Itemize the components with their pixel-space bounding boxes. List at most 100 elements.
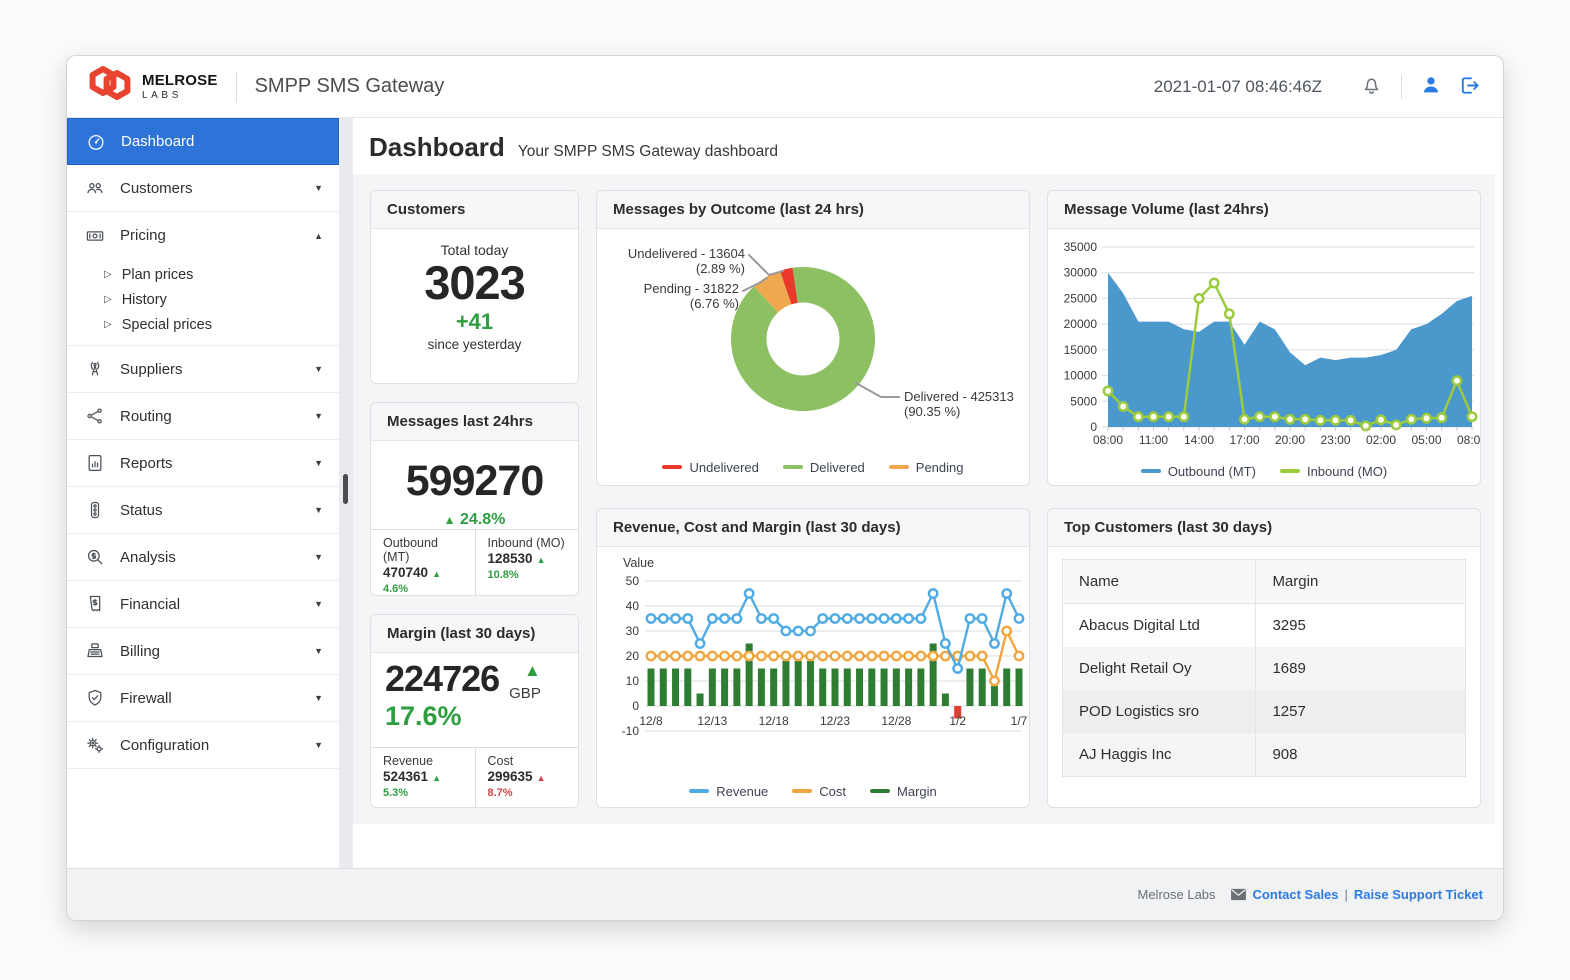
card-title: Customers [371, 191, 578, 229]
up-arrow-icon: ▲ [432, 773, 441, 783]
sidebar-subitem-special-prices[interactable]: ▷Special prices [67, 312, 339, 337]
cost-value: 299635 [488, 769, 533, 784]
outbound-delta: 4.6% [383, 583, 408, 595]
account-button[interactable] [1416, 70, 1446, 103]
inbound-value: 128530 [488, 551, 533, 566]
margin-card: Margin (last 30 days) 224726 ▲ GBP [370, 614, 579, 808]
melrose-logo-icon [87, 63, 133, 110]
svg-text:05:00: 05:00 [1411, 433, 1441, 447]
footer-separator: | [1345, 887, 1348, 902]
legend-item-inbound-mo[interactable]: Inbound (MO) [1280, 464, 1387, 479]
sidebar-item-firewall[interactable]: Firewall▼ [67, 675, 339, 722]
legend-item-cost[interactable]: Cost [792, 784, 846, 799]
volume-legend: Outbound (MT) Inbound (MO) [1050, 457, 1478, 485]
up-arrow-icon: ▲ [432, 569, 441, 579]
sidebar-item-financial[interactable]: Financial▼ [67, 581, 339, 628]
configuration-icon [85, 735, 105, 755]
margin-value: 224726 [385, 659, 499, 699]
legend-item-revenue[interactable]: Revenue [689, 784, 768, 799]
pricing-icon [85, 226, 105, 246]
legend-label: Cost [819, 784, 846, 799]
up-arrow-icon: ▲ [524, 662, 541, 679]
sidebar-subitem-label: Plan prices [122, 267, 194, 283]
legend-item-margin[interactable]: Margin [870, 784, 937, 799]
svg-text:11:00: 11:00 [1139, 433, 1168, 447]
sidebar-item-customers[interactable]: Customers▼ [67, 165, 339, 212]
donut-legend: Undelivered Delivered Pending [599, 453, 1027, 481]
svg-text:(2.89 %): (2.89 %) [696, 261, 745, 276]
legend-item-delivered[interactable]: Delivered [783, 460, 865, 475]
scrollbar-thumb[interactable] [343, 474, 348, 504]
sidebar-item-reports[interactable]: Reports ▼ [67, 440, 339, 487]
revenue-chart: Value-100102030405012/812/1312/1812/2312… [599, 549, 1029, 777]
app-title: SMPP SMS Gateway [255, 75, 445, 98]
cell-margin: 1689 [1256, 647, 1466, 690]
sidebar-item-pricing[interactable]: Pricing▲ [67, 212, 339, 259]
legend-item-pending[interactable]: Pending [889, 460, 964, 475]
legend-item-undelivered[interactable]: Undelivered [662, 460, 758, 475]
chevron-down-icon: ▼ [314, 505, 323, 515]
top-customers-table: Name Margin Abacus Digital Ltd3295Deligh… [1062, 559, 1466, 777]
message-volume-card: Message Volume (last 24hrs) 050001000015… [1047, 190, 1481, 486]
cell-margin: 3295 [1256, 604, 1466, 648]
sidebar-nav: DashboardCustomers▼Pricing▲▷Plan prices▷… [67, 118, 339, 868]
notifications-button[interactable] [1356, 70, 1387, 104]
brand-logo[interactable]: MELROSE LABS [87, 63, 218, 110]
table-row: POD Logistics sro1257 [1063, 690, 1466, 733]
brand-sub: LABS [142, 91, 218, 101]
header-divider [236, 72, 237, 102]
card-title: Revenue, Cost and Margin (last 30 days) [597, 509, 1029, 547]
customers-total: 3023 [371, 258, 578, 308]
routing-icon [85, 406, 105, 426]
scrollbar-track[interactable] [339, 118, 353, 868]
svg-text:1/7: 1/7 [1011, 714, 1028, 728]
sidebar-item-analysis[interactable]: Analysis▼ [67, 534, 339, 581]
legend-swatch [792, 789, 812, 793]
chevron-down-icon: ▼ [314, 411, 323, 421]
card-title: Margin (last 30 days) [371, 615, 578, 653]
svg-text:10: 10 [626, 674, 640, 688]
svg-text:23:00: 23:00 [1320, 433, 1350, 447]
column-header-margin: Margin [1256, 560, 1466, 604]
svg-text:17:00: 17:00 [1229, 433, 1259, 447]
svg-text:12/18: 12/18 [759, 714, 789, 728]
sidebar-item-configuration[interactable]: Configuration▼ [67, 722, 339, 769]
chevron-down-icon: ▼ [314, 364, 323, 374]
donut-chart: Undelivered - 13604(2.89 %)Pending - 318… [599, 231, 1029, 453]
sidebar-item-label: Status [120, 502, 163, 519]
cell-name: Abacus Digital Ltd [1063, 604, 1256, 648]
sidebar-item-billing[interactable]: Billing▼ [67, 628, 339, 675]
triangle-right-icon: ▷ [104, 319, 112, 330]
sidebar-item-label: Reports [120, 455, 173, 472]
inbound-label: Inbound (MO) [488, 536, 569, 550]
sidebar-item-dashboard[interactable]: Dashboard [67, 118, 339, 165]
sidebar-item-suppliers[interactable]: Suppliers▼ [67, 346, 339, 393]
cell-name: AJ Haggis Inc [1063, 733, 1256, 777]
contact-sales-link[interactable]: Contact Sales [1253, 887, 1339, 902]
up-arrow-icon: ▲ [537, 773, 546, 783]
dashboard-icon [86, 132, 106, 152]
logout-button[interactable] [1454, 70, 1485, 104]
chevron-down-icon: ▼ [314, 183, 323, 193]
firewall-icon [85, 688, 105, 708]
column-header-name: Name [1063, 560, 1256, 604]
up-arrow-icon: ▲ [537, 555, 546, 565]
svg-text:50: 50 [626, 574, 640, 588]
legend-label: Inbound (MO) [1307, 464, 1387, 479]
sidebar-item-status[interactable]: Status ▼ [67, 487, 339, 534]
svg-text:-10: -10 [622, 724, 640, 738]
cell-margin: 908 [1256, 733, 1466, 777]
legend-item-outbound-mt[interactable]: Outbound (MT) [1141, 464, 1256, 479]
messages-card: Messages last 24hrs 599270 ▲ 24.8% Outbo… [370, 402, 579, 596]
sidebar-subitem-plan-prices[interactable]: ▷Plan prices [67, 262, 339, 287]
chevron-down-icon: ▼ [314, 458, 323, 468]
cell-name: Delight Retail Oy [1063, 647, 1256, 690]
legend-label: Delivered [810, 460, 865, 475]
sidebar-item-routing[interactable]: Routing▼ [67, 393, 339, 440]
sidebar-subitem-history[interactable]: ▷History [67, 287, 339, 312]
legend-label: Outbound (MT) [1168, 464, 1256, 479]
card-title: Message Volume (last 24hrs) [1048, 191, 1480, 229]
table-row: Abacus Digital Ltd3295 [1063, 604, 1466, 648]
raise-support-ticket-link[interactable]: Raise Support Ticket [1354, 887, 1483, 902]
header-timestamp: 2021-01-07 08:46:46Z [1154, 77, 1322, 97]
